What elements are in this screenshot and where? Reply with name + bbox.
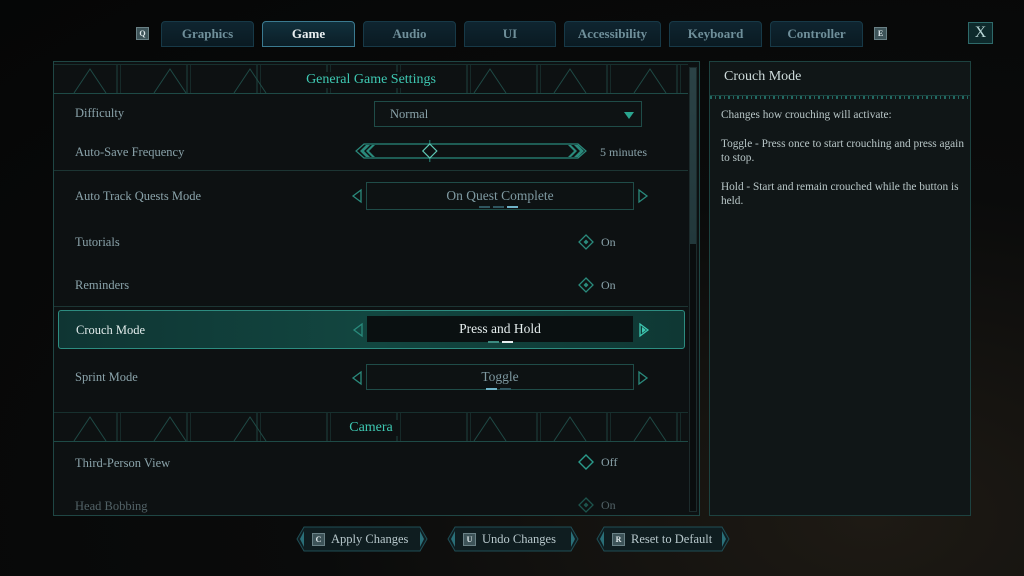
autosave-slider[interactable] [350, 140, 594, 162]
sprint-prev-arrow-icon[interactable] [350, 370, 364, 386]
section-header-camera: Camera [54, 412, 688, 442]
auto-track-label: Auto Track Quests Mode [75, 189, 202, 203]
difficulty-label: Difficulty [75, 106, 125, 120]
third-person-toggle[interactable]: Off [577, 453, 617, 471]
info-description: Changes how crouching will activate: Tog… [721, 108, 966, 223]
slider-thumb [421, 140, 438, 162]
reminders-toggle[interactable]: On [577, 276, 616, 294]
row-divider [54, 170, 688, 171]
sprint-label: Sprint Mode [75, 370, 138, 384]
reminders-value: On [601, 277, 616, 292]
crouch-value: Press and Hold [367, 316, 633, 342]
tab-game[interactable]: Game [262, 21, 355, 47]
auto-track-next-arrow-icon[interactable] [636, 188, 650, 204]
settings-scrollbar[interactable] [689, 67, 697, 512]
tutorials-toggle[interactable]: On [577, 233, 616, 251]
reminders-label: Reminders [75, 278, 130, 292]
row-divider [54, 306, 688, 307]
key-hint-u: U [463, 532, 476, 546]
autosave-label: Auto-Save Frequency [75, 145, 185, 159]
section-title-camera: Camera [343, 420, 399, 436]
diamond-checked-icon [578, 277, 594, 293]
next-tab-key-hint: E [874, 27, 887, 40]
prev-tab-key-hint: Q [136, 27, 149, 40]
setting-row-auto-track: Auto Track Quests Mode On Quest Complete [54, 178, 688, 214]
crouch-pager [488, 341, 513, 343]
setting-row-reminders: Reminders On [54, 271, 688, 299]
tab-controller[interactable]: Controller [770, 21, 863, 47]
tab-ui[interactable]: UI [464, 21, 556, 47]
tab-audio[interactable]: Audio [363, 21, 456, 47]
slider-increase-icon [568, 145, 577, 157]
settings-tab-bar: Q Graphics Game Audio UI Accessibility K… [0, 21, 1024, 47]
diamond-unchecked-icon [578, 454, 594, 470]
key-hint-r: R [612, 532, 625, 546]
info-divider [710, 95, 970, 99]
auto-track-prev-arrow-icon[interactable] [350, 188, 364, 204]
chevron-down-icon [624, 112, 634, 119]
autosave-value: 5 minutes [600, 145, 647, 159]
undo-changes-label: Undo Changes [482, 531, 556, 546]
tutorials-label: Tutorials [75, 235, 120, 249]
info-paragraph: Changes how crouching will activate: [721, 109, 892, 121]
head-bobbing-toggle[interactable]: On [577, 496, 616, 514]
reset-to-default-label: Reset to Default [631, 531, 713, 546]
info-panel: Crouch Mode Changes how crouching will a… [709, 61, 971, 516]
setting-row-difficulty: Difficulty Normal [54, 98, 688, 127]
pager-dot [479, 206, 490, 208]
setting-row-tutorials: Tutorials On [54, 228, 688, 256]
tab-graphics[interactable]: Graphics [161, 21, 254, 47]
section-title-general: General Game Settings [300, 72, 442, 88]
setting-row-autosave: Auto-Save Frequency 5 minutes [54, 138, 688, 166]
pager-dot [507, 206, 518, 208]
section-header-general: General Game Settings [54, 64, 688, 94]
difficulty-dropdown[interactable]: Normal [374, 101, 642, 127]
pager-dot [500, 388, 511, 390]
undo-changes-button[interactable]: U Undo Changes [447, 526, 579, 552]
third-person-label: Third-Person View [75, 456, 171, 470]
setting-row-head-bobbing: Head Bobbing On [54, 495, 688, 515]
setting-row-third-person: Third-Person View Off [54, 452, 688, 480]
diamond-checked-icon [578, 234, 594, 250]
sprint-pager [486, 388, 511, 390]
sprint-value: Toggle [366, 364, 634, 390]
setting-row-sprint: Sprint Mode Toggle [54, 360, 688, 396]
apply-changes-label: Apply Changes [331, 531, 409, 546]
info-paragraph: Toggle - Press once to start crouching a… [721, 137, 964, 165]
close-button[interactable]: X [968, 22, 993, 44]
setting-row-crouch-selected[interactable]: Crouch Mode Press and Hold [58, 310, 685, 349]
pager-dot [502, 341, 513, 343]
head-bobbing-value: On [601, 497, 616, 512]
pager-dot [488, 341, 499, 343]
crouch-next-arrow-icon[interactable] [637, 322, 651, 338]
info-paragraph: Hold - Start and remain crouched while t… [721, 180, 959, 208]
difficulty-value: Normal [390, 107, 429, 121]
crouch-prev-arrow-icon[interactable] [351, 322, 365, 338]
sprint-next-arrow-icon[interactable] [636, 370, 650, 386]
settings-panel: General Game Settings Difficulty Normal … [53, 61, 700, 516]
info-title: Crouch Mode [724, 69, 802, 84]
tab-keyboard[interactable]: Keyboard [669, 21, 762, 47]
scrollbar-thumb[interactable] [690, 68, 696, 244]
key-hint-c: C [312, 532, 325, 546]
apply-changes-button[interactable]: C Apply Changes [296, 526, 428, 552]
tab-accessibility[interactable]: Accessibility [564, 21, 661, 47]
head-bobbing-label: Head Bobbing [75, 499, 148, 513]
crouch-label: Crouch Mode [76, 323, 146, 337]
reset-to-default-button[interactable]: R Reset to Default [596, 526, 730, 552]
diamond-checked-icon [578, 497, 594, 513]
pager-dot [493, 206, 504, 208]
pager-dot [486, 388, 497, 390]
auto-track-pager [479, 206, 518, 208]
tutorials-value: On [601, 234, 616, 249]
third-person-value: Off [601, 454, 618, 469]
